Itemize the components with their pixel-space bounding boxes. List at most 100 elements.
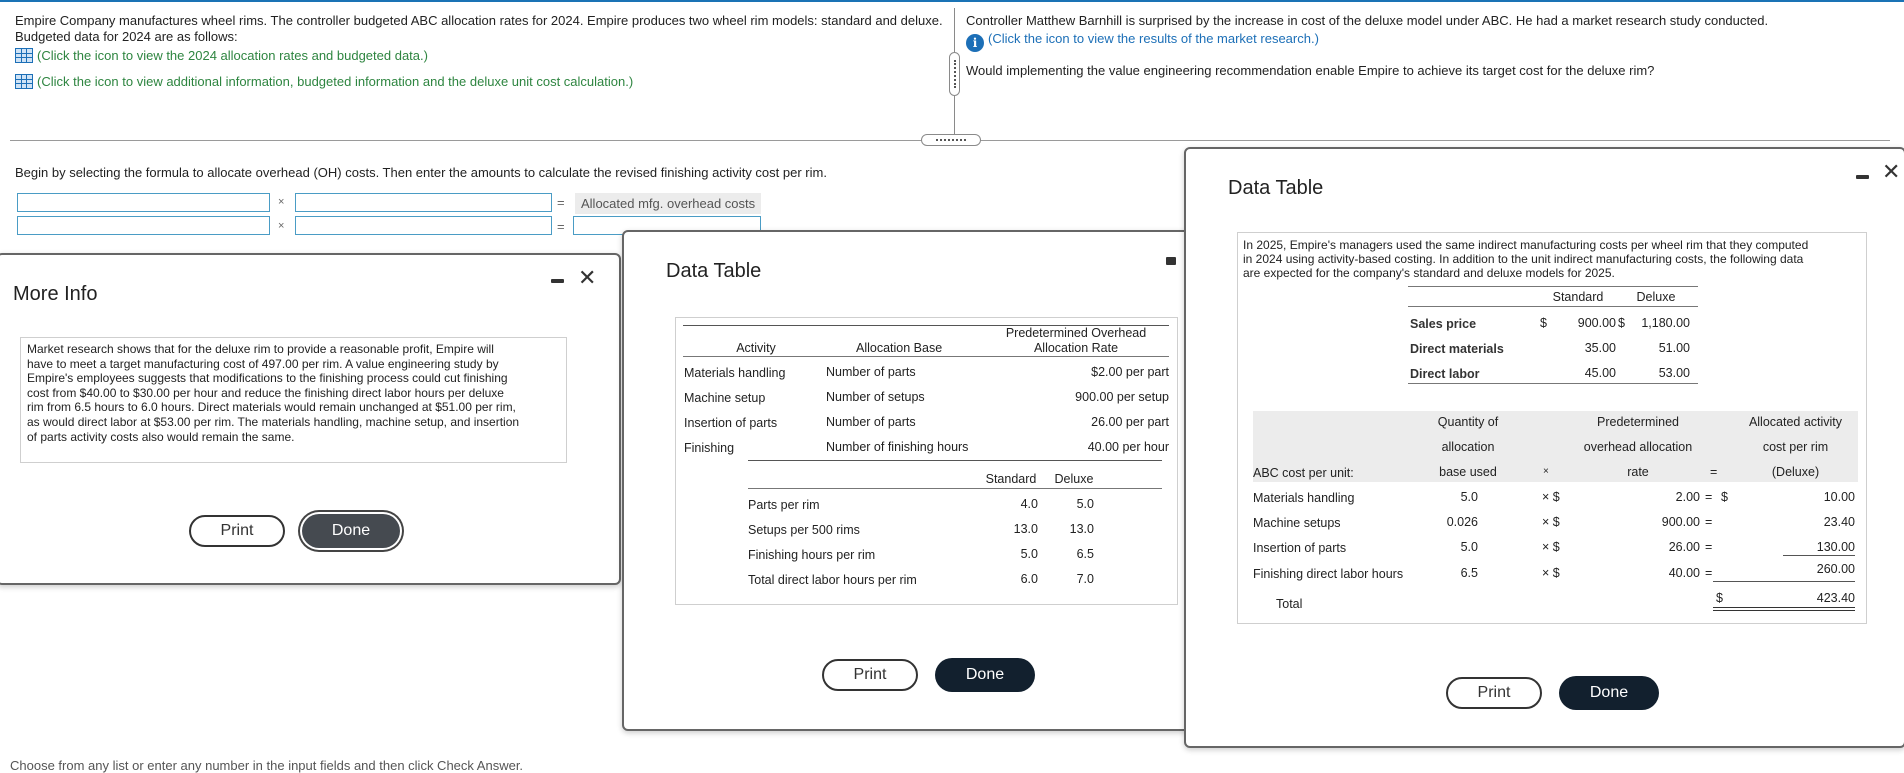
link-additional-info-text[interactable]: (Click the icon to view additional infor… xyxy=(37,74,633,89)
minimize-icon[interactable] xyxy=(1856,175,1869,179)
info-line: cost from $40.00 to $30.00 per hour and … xyxy=(27,385,504,400)
col-deluxe: Deluxe xyxy=(1054,472,1094,486)
minimize-icon[interactable] xyxy=(1166,257,1176,265)
done-button[interactable]: Done xyxy=(935,658,1035,692)
header-times: × xyxy=(1543,466,1549,477)
formula-input-2b[interactable] xyxy=(295,216,552,235)
link-allocation-rates[interactable]: (Click the icon to view the 2024 allocat… xyxy=(15,48,428,63)
times-dollar: × $ xyxy=(1542,540,1560,554)
cost-cell: 23.40 xyxy=(1823,515,1855,529)
equals-sign: = xyxy=(557,195,565,210)
times-sign: × xyxy=(278,196,285,208)
done-button[interactable]: Done xyxy=(302,514,400,548)
info-icon[interactable]: i xyxy=(966,34,984,52)
deluxe-cell: 51.00 xyxy=(1658,341,1690,355)
close-icon[interactable]: ✕ xyxy=(578,267,596,289)
intro-line: are expected for the company's standard … xyxy=(1243,266,1615,280)
header-rate-line1: Predetermined Overhead xyxy=(1005,326,1147,340)
table-icon[interactable] xyxy=(15,74,33,89)
print-button[interactable]: Print xyxy=(822,659,918,691)
times-dollar: × $ xyxy=(1542,515,1560,529)
cost-cell: 130.00 xyxy=(1816,540,1855,554)
times-dollar: × $ xyxy=(1542,566,1560,580)
done-button[interactable]: Done xyxy=(1559,676,1659,710)
qty-cell: 6.5 xyxy=(1460,566,1478,580)
table-icon[interactable] xyxy=(15,48,33,63)
formula-input-1b[interactable] xyxy=(295,193,552,212)
header-qty-line: Quantity of xyxy=(1437,415,1499,429)
rate-cell: 2.00 xyxy=(1675,490,1700,504)
rate-cell: 26.00 per part xyxy=(1091,415,1169,429)
double-underline xyxy=(1713,607,1855,611)
equals-cell: = xyxy=(1705,515,1713,529)
intro-line: in 2024 using activity-based costing. In… xyxy=(1243,252,1804,266)
print-button[interactable]: Print xyxy=(1446,677,1542,709)
currency-symbol: $ xyxy=(1716,591,1723,605)
rate-cell: $2.00 per part xyxy=(1091,365,1169,379)
row-label: Total direct labor hours per rim xyxy=(748,573,917,587)
problem-intro-line1: Empire Company manufactures wheel rims. … xyxy=(15,13,943,28)
link-market-research[interactable]: i (Click the icon to view the results of … xyxy=(966,31,1319,52)
minimize-icon[interactable] xyxy=(551,279,564,283)
deluxe-cell: 6.5 xyxy=(1076,547,1094,561)
equals-cell: = xyxy=(1705,490,1713,504)
header-rate-line: rate xyxy=(1627,465,1649,479)
rate-cell: 40.00 per hour xyxy=(1087,440,1169,454)
vertical-resize-handle[interactable] xyxy=(949,52,960,96)
base-cell: Number of parts xyxy=(826,365,916,379)
equals-cell: = xyxy=(1705,566,1713,580)
row-label: Finishing hours per rim xyxy=(748,548,876,562)
deluxe-cell: 7.0 xyxy=(1076,572,1094,586)
header-allocation-base: Allocation Base xyxy=(856,341,943,355)
col-standard: Standard xyxy=(1552,290,1604,304)
equals-sign: = xyxy=(557,219,565,234)
base-cell: Number of setups xyxy=(826,390,925,404)
standard-cell: 5.0 xyxy=(1020,547,1038,561)
link-market-research-text[interactable]: (Click the icon to view the results of t… xyxy=(988,31,1319,46)
formula-input-1a[interactable] xyxy=(17,193,270,212)
info-line: as would direct labor at $53.00 per rim.… xyxy=(27,414,520,429)
times-dollar: × $ xyxy=(1542,490,1560,504)
row-label: Parts per rim xyxy=(748,498,820,512)
link-additional-info[interactable]: (Click the icon to view additional infor… xyxy=(15,74,633,89)
link-allocation-rates-text[interactable]: (Click the icon to view the 2024 allocat… xyxy=(37,48,428,63)
abc-row-label: Materials handling xyxy=(1253,491,1355,505)
currency-symbol: $ xyxy=(1540,316,1547,330)
data-table-2-panel: In 2025, Empire's managers used the same… xyxy=(1237,232,1867,624)
horizontal-resize-handle[interactable] xyxy=(921,134,981,146)
standard-cell: 6.0 xyxy=(1020,572,1038,586)
info-line: Empire's employees suggests that modific… xyxy=(27,371,508,386)
instruction-text: Begin by selecting the formula to alloca… xyxy=(15,165,827,180)
col-standard: Standard xyxy=(985,472,1037,486)
modal-title: Data Table xyxy=(666,260,762,282)
deluxe-cell: 5.0 xyxy=(1076,497,1094,511)
equals-cell: = xyxy=(1705,540,1713,554)
header-qty-line: allocation xyxy=(1441,440,1495,454)
qty-cell: 5.0 xyxy=(1460,490,1478,504)
modal-title: More Info xyxy=(13,283,98,305)
header-rate-line: Predetermined xyxy=(1597,415,1679,429)
base-cell: Number of finishing hours xyxy=(826,440,969,454)
total-label: Total xyxy=(1276,597,1303,611)
info-line: have to meet a target manufacturing cost… xyxy=(27,356,499,371)
data-table-modal-1: Data Table Activity Allocation Base Pred… xyxy=(622,230,1190,731)
cost-cell: 10.00 xyxy=(1823,490,1855,504)
standard-cell: 13.0 xyxy=(1013,522,1038,536)
intro-line: In 2025, Empire's managers used the same… xyxy=(1243,238,1809,252)
row-label: Direct labor xyxy=(1410,367,1480,381)
row-label: Sales price xyxy=(1410,317,1477,331)
print-button[interactable]: Print xyxy=(189,515,285,547)
close-icon[interactable]: ✕ xyxy=(1882,161,1900,183)
row-label: Setups per 500 rims xyxy=(748,523,860,537)
standard-cell: 4.0 xyxy=(1020,497,1038,511)
modal-title: Data Table xyxy=(1228,177,1324,199)
standard-cell: 45.00 xyxy=(1584,366,1616,380)
currency-symbol: $ xyxy=(1721,490,1728,504)
standard-cell: 35.00 xyxy=(1584,341,1616,355)
qty-cell: 0.026 xyxy=(1446,515,1478,529)
formula-input-2a[interactable] xyxy=(17,216,270,235)
standard-cell: 900.00 xyxy=(1577,316,1616,330)
base-cell: Number of parts xyxy=(826,415,916,429)
info-line: Market research shows that for the delux… xyxy=(27,342,494,356)
total-value: 423.40 xyxy=(1816,591,1855,605)
